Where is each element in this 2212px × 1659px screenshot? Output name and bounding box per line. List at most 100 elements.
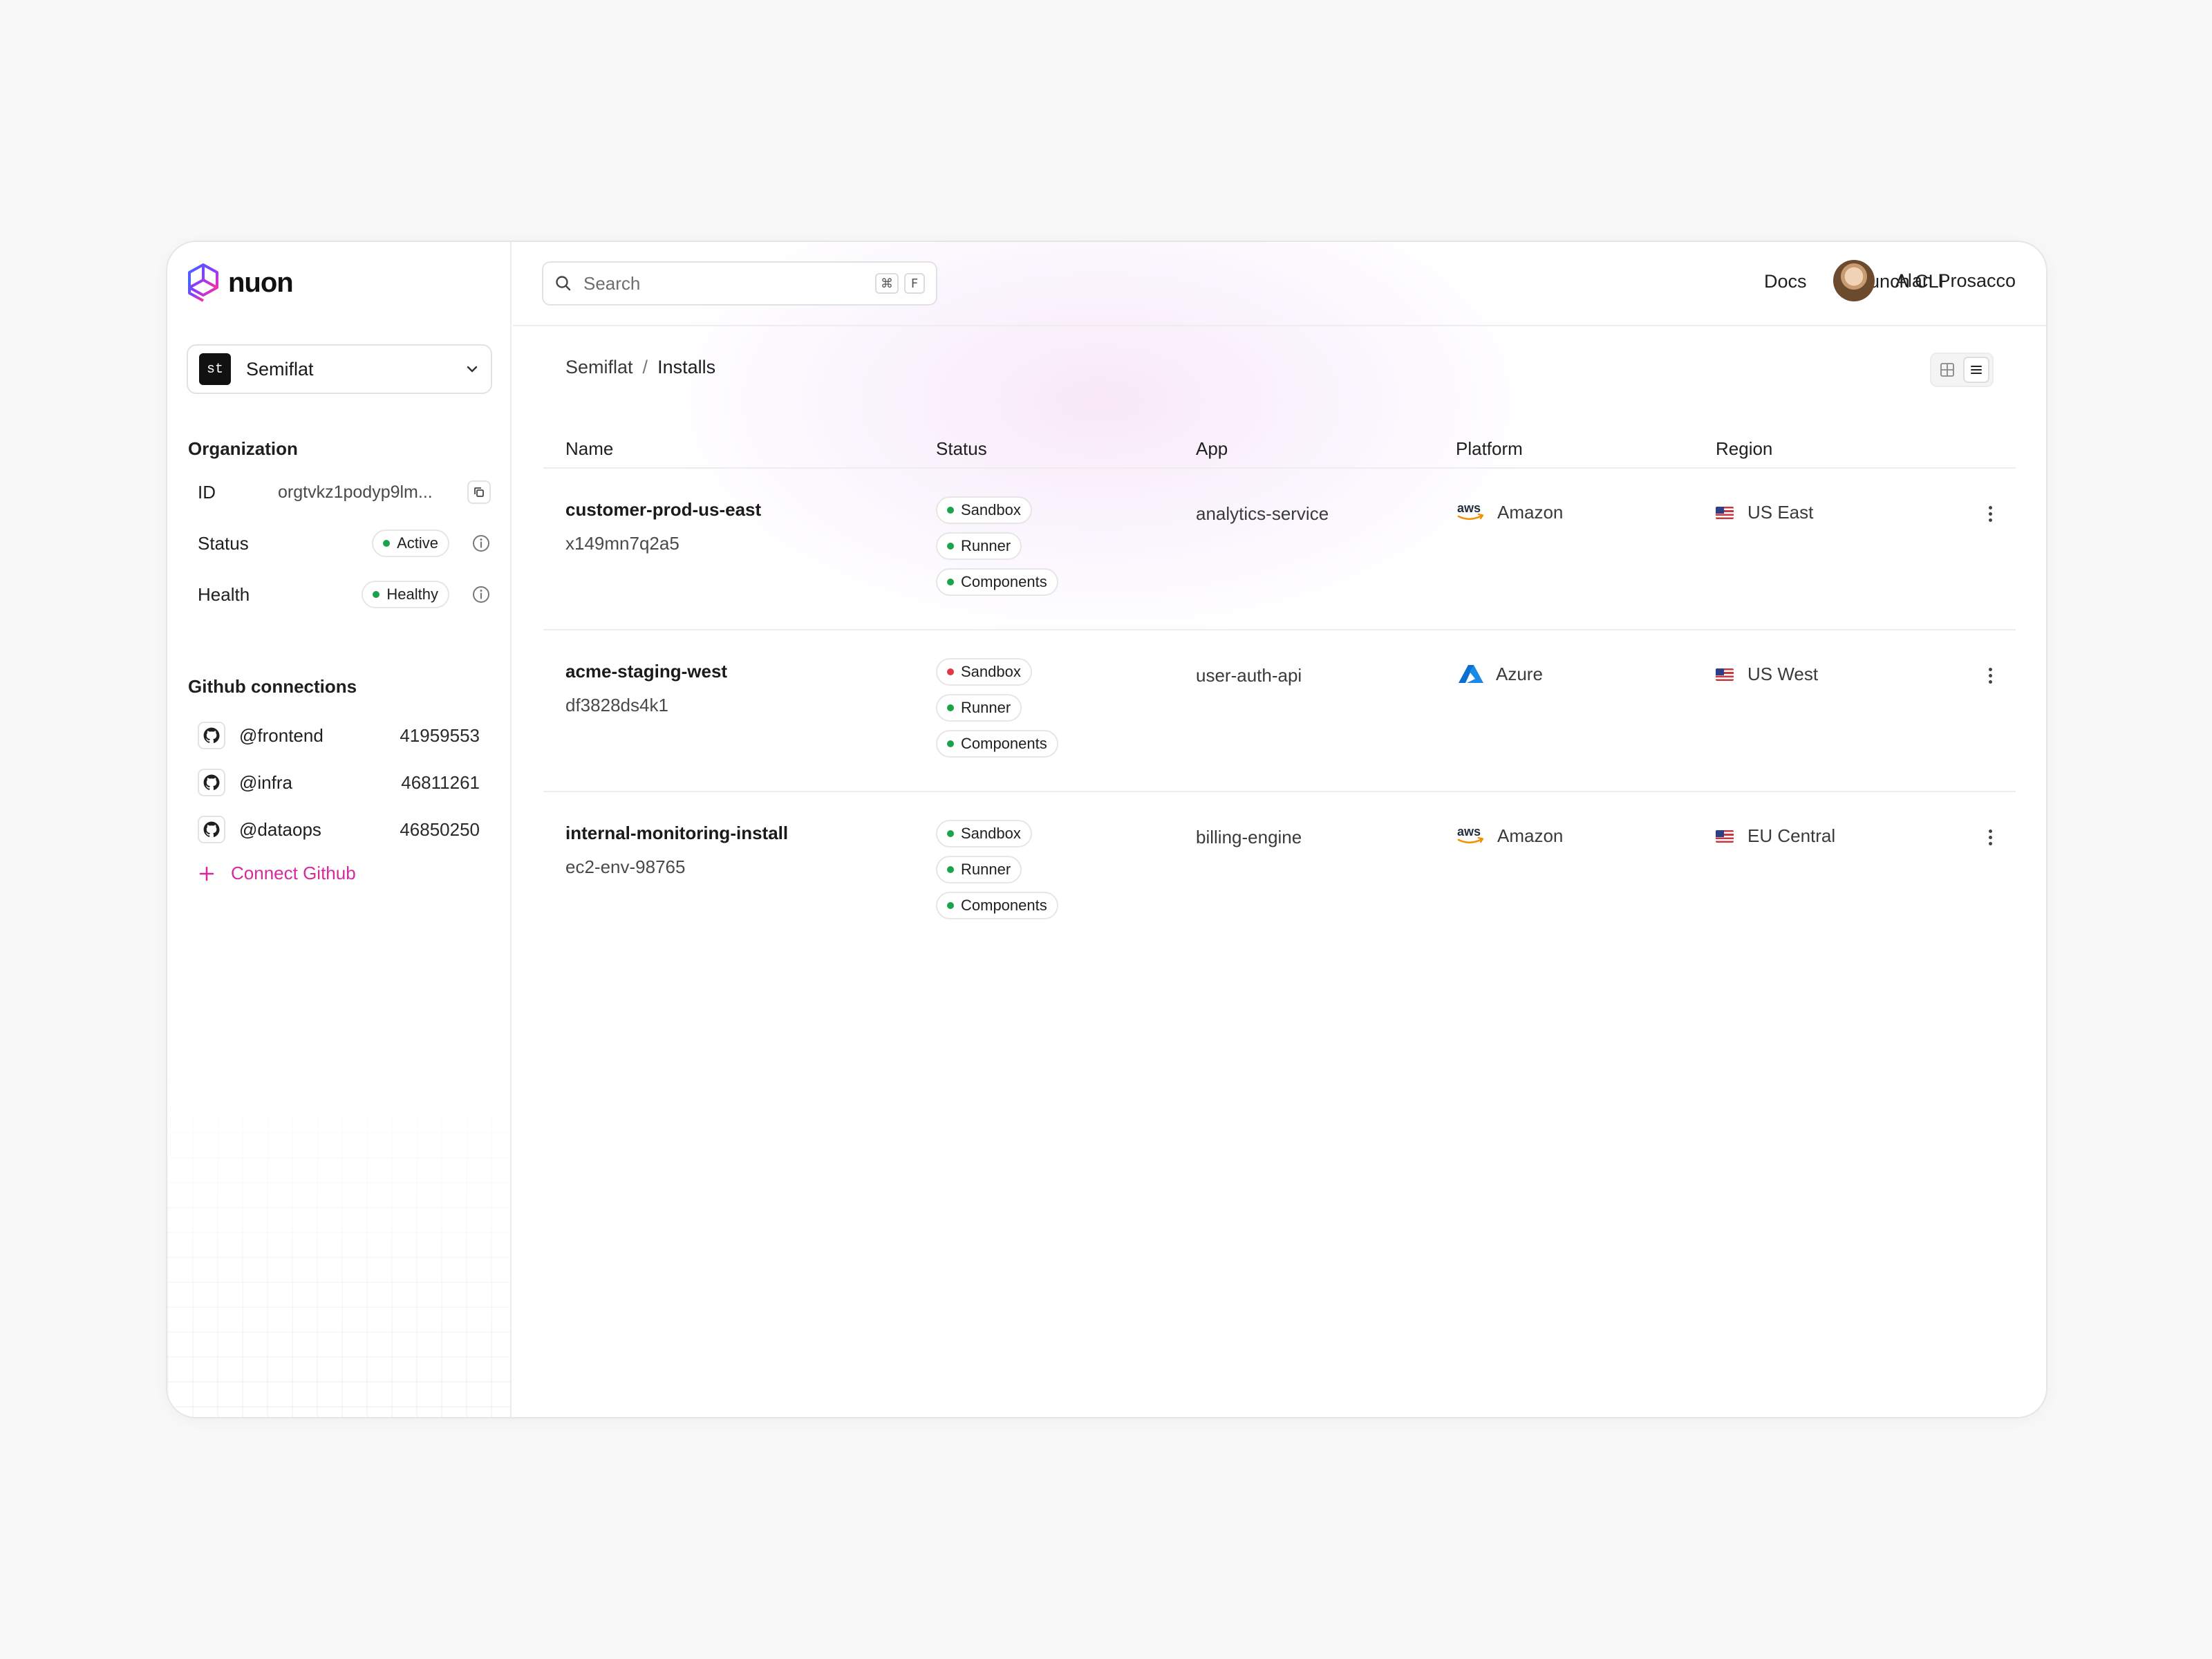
install-id: x149mn7q2a5 bbox=[565, 533, 679, 554]
command-key-icon: ⌘ bbox=[875, 273, 899, 294]
github-handle: @dataops bbox=[239, 818, 321, 840]
more-vertical-icon bbox=[1988, 835, 1992, 839]
github-handle: @infra bbox=[239, 771, 292, 793]
status-dot bbox=[383, 540, 391, 547]
grid-view-button[interactable] bbox=[1934, 357, 1960, 383]
install-name[interactable]: acme-staging-west bbox=[565, 661, 727, 682]
more-vertical-icon bbox=[1988, 505, 1992, 509]
health-badge-label: Healthy bbox=[386, 585, 438, 603]
status-cell: Sandbox Runner Components bbox=[936, 820, 1058, 919]
install-name[interactable]: customer-prod-us-east bbox=[565, 499, 761, 521]
status-dot bbox=[947, 579, 954, 585]
us-flag-icon bbox=[1716, 506, 1734, 519]
sidebar-grid-background bbox=[167, 1058, 510, 1417]
org-switcher[interactable]: st Semiflat bbox=[187, 344, 492, 394]
list-icon bbox=[1971, 366, 1982, 374]
main-content: Search ⌘ F Docs Launch CLI Alan Prosacco… bbox=[513, 242, 2046, 1417]
avatar bbox=[1833, 260, 1875, 301]
status-badge: Runner bbox=[936, 532, 1022, 560]
github-installation-id: 41959553 bbox=[400, 724, 480, 746]
region-name: EU Central bbox=[1747, 825, 1836, 846]
installs-table: Name Status App Platform Region customer… bbox=[543, 429, 2016, 954]
more-vertical-icon bbox=[1988, 829, 1992, 833]
list-view-button[interactable] bbox=[1963, 357, 1989, 383]
platform-cell: aws Amazon bbox=[1456, 500, 1563, 524]
row-actions-button[interactable] bbox=[1980, 825, 2000, 849]
column-header-status[interactable]: Status bbox=[936, 438, 987, 460]
org-id-row: ID orgtvkz1podyp9lm... bbox=[198, 477, 491, 507]
status-badge: Sandbox bbox=[936, 820, 1032, 847]
azure-icon bbox=[1459, 665, 1483, 683]
column-header-app[interactable]: App bbox=[1196, 438, 1228, 460]
status-badge: Runner bbox=[936, 856, 1022, 883]
table-row[interactable]: acme-staging-west df3828ds4k1 Sandbox Ru… bbox=[543, 630, 2016, 792]
github-connection-item[interactable]: @infra 46811261 bbox=[198, 766, 480, 799]
breadcrumb-separator: / bbox=[642, 357, 648, 377]
aws-icon: aws bbox=[1457, 501, 1484, 521]
info-icon[interactable] bbox=[471, 585, 491, 604]
github-connections-heading: Github connections bbox=[188, 676, 357, 697]
user-name: Alan Prosacco bbox=[1895, 270, 2016, 291]
breadcrumb-org-link[interactable]: Semiflat bbox=[565, 357, 633, 378]
region-cell: US West bbox=[1716, 664, 1818, 685]
status-badge: Components bbox=[936, 730, 1058, 758]
aws-icon: aws bbox=[1457, 825, 1484, 844]
org-avatar: st bbox=[199, 353, 231, 385]
github-handle: @frontend bbox=[239, 724, 324, 746]
region-cell: EU Central bbox=[1716, 825, 1835, 847]
column-header-platform[interactable]: Platform bbox=[1456, 438, 1523, 460]
status-dot bbox=[947, 740, 954, 747]
github-icon bbox=[198, 722, 225, 749]
install-name-cell: customer-prod-us-east x149mn7q2a5 bbox=[565, 499, 761, 554]
github-icon bbox=[198, 769, 225, 796]
copy-id-button[interactable] bbox=[467, 480, 491, 504]
org-status-row: Status Active bbox=[198, 528, 491, 559]
info-icon[interactable] bbox=[471, 534, 491, 553]
plus-icon bbox=[199, 866, 214, 881]
docs-link[interactable]: Docs bbox=[1764, 271, 1807, 292]
user-menu[interactable]: Alan Prosacco bbox=[1833, 260, 2016, 301]
us-flag-icon bbox=[1716, 668, 1734, 681]
github-installation-id: 46811261 bbox=[401, 771, 480, 793]
breadcrumb: Semiflat / Installs bbox=[565, 357, 715, 378]
row-actions-button[interactable] bbox=[1980, 664, 2000, 687]
platform-name: Amazon bbox=[1497, 501, 1564, 523]
organization-heading: Organization bbox=[188, 438, 298, 459]
status-badge: Components bbox=[936, 892, 1058, 919]
column-header-region[interactable]: Region bbox=[1716, 438, 1772, 460]
column-header-name[interactable]: Name bbox=[565, 438, 613, 460]
status-badge-label: Runner bbox=[961, 699, 1011, 716]
status-dot bbox=[947, 902, 954, 909]
more-vertical-icon bbox=[1988, 518, 1992, 522]
status-badge-label: Components bbox=[961, 897, 1047, 914]
status-badge-label: Components bbox=[961, 735, 1047, 752]
org-id-value: orgtvkz1podyp9lm... bbox=[278, 482, 433, 502]
search-shortcut: ⌘ F bbox=[875, 273, 925, 294]
table-row[interactable]: customer-prod-us-east x149mn7q2a5 Sandbo… bbox=[543, 469, 2016, 630]
table-header: Name Status App Platform Region bbox=[543, 429, 2016, 469]
platform-name: Azure bbox=[1496, 663, 1543, 684]
status-badge-label: Runner bbox=[961, 537, 1011, 554]
search-input[interactable]: Search ⌘ F bbox=[542, 261, 937, 306]
platform-cell: Azure bbox=[1456, 662, 1543, 686]
connect-github-button[interactable]: Connect Github bbox=[198, 863, 356, 884]
svg-text:aws: aws bbox=[1457, 501, 1481, 515]
status-dot bbox=[947, 704, 954, 711]
github-connection-item[interactable]: @frontend 41959553 bbox=[198, 719, 480, 752]
health-dot bbox=[373, 591, 380, 598]
status-dot bbox=[947, 507, 954, 514]
status-dot bbox=[947, 830, 954, 837]
install-name[interactable]: internal-monitoring-install bbox=[565, 823, 788, 844]
search-placeholder: Search bbox=[583, 272, 641, 294]
chevron-down-icon bbox=[467, 366, 478, 373]
health-badge: Healthy bbox=[362, 581, 449, 608]
status-badge-label: Active bbox=[397, 534, 438, 552]
row-actions-button[interactable] bbox=[1980, 502, 2000, 525]
search-icon bbox=[556, 276, 571, 291]
topbar: Search ⌘ F Docs Launch CLI Alan Prosacco bbox=[513, 242, 2046, 326]
table-row[interactable]: internal-monitoring-install ec2-env-9876… bbox=[543, 792, 2016, 954]
status-badge: Components bbox=[936, 568, 1058, 596]
logo[interactable]: nuon bbox=[187, 263, 294, 303]
more-vertical-icon bbox=[1988, 667, 1992, 671]
github-connection-item[interactable]: @dataops 46850250 bbox=[198, 813, 480, 846]
